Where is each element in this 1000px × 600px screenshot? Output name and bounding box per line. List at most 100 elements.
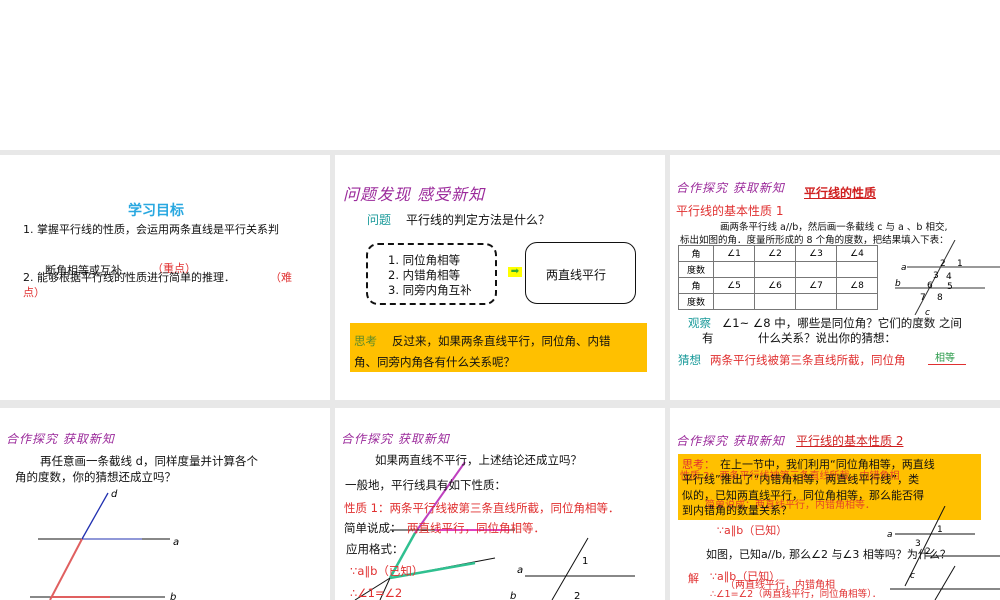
angle-label: 3 [933,271,939,281]
think-text-1: 反过来，如果两条直线平行，同位角、内错 [392,334,611,348]
slide-title: 平行线的性质 [804,186,877,200]
angle-label: 3 [915,539,921,549]
condition-item: 3. 同旁内角互补 [388,283,472,297]
table-cell: 角 [678,277,714,294]
table-cell: 度数 [678,261,714,278]
label-a: a [901,263,907,273]
observe-text-2a: 有 [702,331,714,345]
goal-1: 1. 掌握平行线的性质，会运用两条直线是平行关系判 [23,223,279,236]
label-b: b [510,591,516,600]
think-text-1: 在上一节中，我们利用“同位角相等，两直线 [720,458,935,471]
table-row: 角 ∠1 ∠2 ∠3 ∠4 [678,245,878,262]
parallel-figure: a c 1 2 3 [887,506,1000,600]
property-1: 性质 1：两条平行线被第三条直线所截，同位角相等． [344,501,620,515]
table-cell: ∠8 [836,277,878,294]
think-text-2: 平行线”推出了“内错角相等，两直线平行线”，类 [682,473,920,486]
slide-heading: 问题发现 感受新知 [343,185,486,204]
table-cell: 度数 [678,293,714,310]
condition-item: 2. 内错角相等 [388,268,461,282]
label-a: a [517,565,523,576]
format-line-1: ∵a∥b（已知） [717,524,788,537]
result-box: 两直线平行 [525,242,636,304]
slide-heading: 合作探究 获取新知 [6,432,115,446]
table-row: 度数 [678,261,878,278]
label-a: a [173,537,179,548]
angle-label: 8 [937,293,943,303]
think-label: 思考： [682,458,715,471]
result-text: 两直线平行 [546,268,607,282]
format-line-1: ∵a∥b（已知） [350,564,424,578]
solution-line-2: ∴∠1=∠2（两直线平行，同位角相等）． [710,589,882,600]
table-cell: ∠2 [754,245,796,262]
text-1: 再任意画一条截线 d，同样度量并计算各个 [40,454,258,468]
angle-label: 2 [574,591,580,600]
angle-label: 1 [937,525,943,535]
think-text-3: 似的，已知两直线平行，同位角相等，那么能否得 [682,489,924,502]
slide-heading: 合作探究 获取新知 [676,434,785,448]
think-label: 思考 [354,334,377,348]
conditions-box: 1. 同位角相等 2. 内错角相等 3. 同旁内角互补 [366,243,497,305]
slide-heading: 合作探究 获取新知 [676,181,785,195]
table-cell[interactable] [795,261,837,278]
table-cell[interactable] [713,261,755,278]
label-d: d [111,489,118,500]
table-cell: ∠3 [795,245,837,262]
table-row: 角 ∠5 ∠6 ∠7 ∠8 [678,277,878,294]
general-text: 一般地，平行线具有如下性质： [345,478,506,492]
subtitle: 平行线的基本性质 1 [676,204,784,218]
condition-item: 1. 同位角相等 [388,253,461,267]
short-label: 简单说成： [344,521,402,535]
goal-2: 2. 能够根据平行线的性质进行简单的推理． [23,271,235,284]
slide-2-thumbnail[interactable]: 问题发现 感受新知 问题 平行线的判定方法是什么？ 1. 同位角相等 2. 内错… [335,155,665,400]
angle-figure: a b 1 2 [510,537,635,600]
angle-label: 4 [946,272,952,282]
slide-1-thumbnail[interactable]: 学习目标 1. 掌握平行线的性质，会运用两条直线是平行关系判 断角相等或互补． … [0,155,330,400]
format-label: 应用格式： [346,542,404,556]
table-cell: 角 [678,245,714,262]
guess-blank[interactable] [928,364,966,365]
table-cell: ∠1 [713,245,755,262]
table-cell[interactable] [795,293,837,310]
angle-label: 1 [957,259,963,269]
label-c: c [925,308,930,315]
arrow-right-icon: ➡ [508,267,522,277]
goal-2-tag-cont: 点） [23,286,45,299]
slide-heading: 合作探究 获取新知 [341,432,450,446]
angle-label: 2 [925,547,931,557]
table-cell[interactable] [754,261,796,278]
table-cell: ∠7 [795,277,837,294]
slide-title: 平行线的基本性质 2 [796,434,904,448]
slide-6-thumbnail[interactable]: 合作探究 获取新知 平行线的基本性质 2 性质 2：两条平行线被第三条直线所截，… [670,408,1000,600]
observe-text-2b: 什么关系？说出你的猜想： [758,331,896,345]
angle-table: 角 ∠1 ∠2 ∠3 ∠4 度数 角 ∠5 ∠6 ∠7 ∠8 度数 [678,245,878,310]
intro-1: 画两条平行线 a//b，然后画一条截线 c 与 a 、b 相交, [720,222,948,233]
slide-4-thumbnail[interactable]: 合作探究 获取新知 再任意画一条截线 d，同样度量并计算各个 角的度数，你的猜想… [0,408,330,600]
think-box: 思考 反过来，如果两条直线平行，同位角、内错 角、同旁内角各有什么关系呢？ [350,323,647,372]
angle-label: 1 [582,556,588,567]
angle-label: 6 [927,281,933,291]
transversal-figure: d a b [30,489,179,600]
label-b: b [170,592,176,600]
observe-label: 观察 [688,316,711,330]
question-text: 如果两直线不平行，上述结论还成立吗？ [375,453,582,467]
goal-2-tag: （难 [270,271,292,284]
table-cell[interactable] [836,261,878,278]
slide-3-thumbnail[interactable]: 合作探究 获取新知 平行线的性质 平行线的基本性质 1 画两条平行线 a//b，… [670,155,1000,400]
format-line-2: ∴∠1=∠2 [350,586,403,600]
slide-5-thumbnail[interactable]: 合作探究 获取新知 如果两直线不平行，上述结论还成立吗？ 一般地，平行线具有如下… [335,408,665,600]
angle-label: 5 [947,282,953,292]
guess-answer: 相等 [935,353,955,364]
label-a: a [887,530,893,540]
table-cell[interactable] [836,293,878,310]
label-c: c [910,571,915,581]
observe-text-1: ∠1~ ∠8 中，哪些是同位角？它们的度数 之间 [722,316,962,330]
label-b: b [895,279,901,289]
table-cell[interactable] [754,293,796,310]
think-text-2: 角、同旁内角各有什么关系呢？ [354,355,515,369]
table-row: 度数 [678,293,878,310]
table-cell[interactable] [713,293,755,310]
parallel-lines-figure: a b c 1 2 3 4 5 6 7 8 [895,240,1000,315]
think-text-4: 到内错角的数量关系？ [682,504,792,517]
angle-label: 2 [940,259,946,269]
table-cell: ∠4 [836,245,878,262]
